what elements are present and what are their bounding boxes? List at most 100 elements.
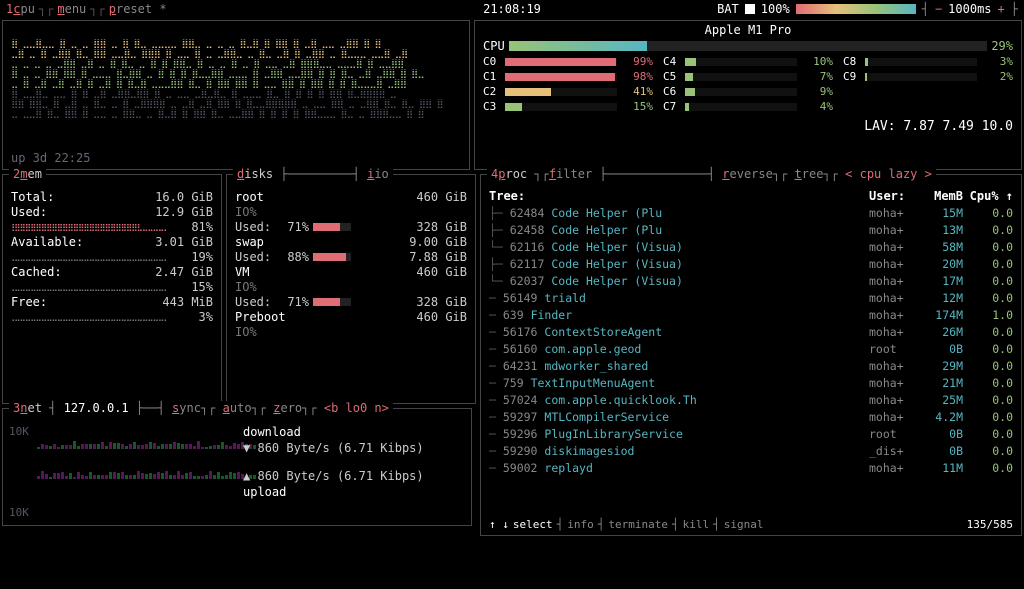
mem-free-label: Free: xyxy=(11,295,47,309)
net-title: et xyxy=(27,401,41,415)
proc-row[interactable]: ─ 56160 com.apple.geodroot0B0.0 xyxy=(489,341,1013,358)
core-C2: C241% xyxy=(483,85,653,98)
proc-row[interactable]: ├─ 62458 Code Helper (Plumoha+13M0.0 xyxy=(489,222,1013,239)
disk-swap: swap9.00 GiBUsed:88%7.88 GiB xyxy=(235,235,467,264)
foot-kill[interactable]: kill xyxy=(683,518,710,531)
download-value: 860 Byte/s (6.71 Kibps) xyxy=(257,441,423,455)
panel-cpu-cores: Apple M1 Pro CPU 29% C099%C410%C83%C198%… xyxy=(474,20,1022,170)
mem-cached-bar: ⣀⣀⣀⣀⣀⣀⣀⣀⣀⣀⣀⣀⣀⣀⣀⣀⣀⣀⣀⣀⣀⣀⣀⣀⣀⣀⣀⣀⣀ xyxy=(11,283,179,291)
foot-signal[interactable]: signal xyxy=(724,518,764,531)
battery-icon xyxy=(745,4,755,14)
cpu-sparkline: ⣿ ⣀⣀⣿⣀⣀ ⣿ ⣀ ⣀ ⣿⣿ ⣀ ⣿ ⣿⣀ ⣀⣀⣀⣀ ⣿⣿⣀ ⣀ ⣀ ⣀ ⣿… xyxy=(11,35,461,123)
top-bar: 1cpu ┐┌ menu ┐┌ preset * 21:08:19 BAT 10… xyxy=(0,0,1024,18)
proc-row[interactable]: └─ 62037 Code Helper (Visua)moha+17M0.0 xyxy=(489,273,1013,290)
proc-row[interactable]: ─ 56176 ContextStoreAgentmoha+26M0.0 xyxy=(489,324,1013,341)
load-average: LAV: 7.87 7.49 10.0 xyxy=(483,119,1013,134)
proc-header: Tree: User: MemB Cpu% ↑ xyxy=(489,189,1013,203)
proc-row[interactable]: ─ 56149 trialdmoha+12M0.0 xyxy=(489,290,1013,307)
net-scale-top: 10K xyxy=(9,425,29,438)
mem-total-label: Total: xyxy=(11,190,54,204)
cpu-agg-label: CPU xyxy=(483,39,505,53)
proc-row[interactable]: ├─ 62117 Code Helper (Visua)moha+20M0.0 xyxy=(489,256,1013,273)
net-tab-zero[interactable]: zero xyxy=(273,401,302,415)
panel-mem: 2mem Total:16.0 GiB Used:12.9 GiB ⣿⣿⣿⣿⣿⣿… xyxy=(2,174,222,404)
net-addr: 127.0.0.1 xyxy=(64,401,129,415)
disks-title: isks xyxy=(244,167,273,181)
proc-row[interactable]: ─ 59297 MTLCompilerServicemoha+4.2M0.0 xyxy=(489,409,1013,426)
mem-free-value: 443 MiB xyxy=(162,295,213,309)
interval-minus[interactable]: − xyxy=(935,2,942,16)
upload-value: 860 Byte/s (6.71 Kibps) xyxy=(257,469,423,483)
proc-row[interactable]: ─ 57024 com.apple.quicklook.Thmoha+25M0.… xyxy=(489,392,1013,409)
disk-Preboot: Preboot460 GiBIO% xyxy=(235,310,467,339)
core-C9: C92% xyxy=(843,70,1013,83)
bat-pct: 100% xyxy=(761,2,790,16)
mem-title: em xyxy=(27,167,41,181)
core-C3: C315% xyxy=(483,100,653,113)
col-mem[interactable]: MemB xyxy=(919,189,963,203)
color-gradient xyxy=(796,4,916,14)
cpu-agg-bar xyxy=(509,41,988,51)
proc-list[interactable]: ├─ 62484 Code Helper (Plumoha+15M0.0 ├─ … xyxy=(489,205,1013,516)
proc-filter[interactable]: filter xyxy=(549,167,592,181)
proc-row[interactable]: ─ 59290 diskimagesiod_dis+0B0.0 xyxy=(489,443,1013,460)
foot-terminate[interactable]: terminate xyxy=(608,518,668,531)
mem-cached-value: 2.47 GiB xyxy=(155,265,213,279)
mem-avail-pct: 19% xyxy=(183,250,213,264)
proc-row[interactable]: ─ 64231 mdworker_sharedmoha+29M0.0 xyxy=(489,358,1013,375)
proc-footer: ↑ ↓ select ┤info ┤terminate ┤kill ┤signa… xyxy=(489,518,1013,531)
core-C8: C83% xyxy=(843,55,1013,68)
proc-row[interactable]: └─ 62116 Code Helper (Visua)moha+58M0.0 xyxy=(489,239,1013,256)
upload-label: upload xyxy=(243,485,463,499)
proc-row[interactable]: ├─ 62484 Code Helper (Plumoha+15M0.0 xyxy=(489,205,1013,222)
panel-cpu-graph: ⣿ ⣀⣀⣿⣀⣀ ⣿ ⣀ ⣀ ⣿⣿ ⣀ ⣿ ⣿⣀ ⣀⣀⣀⣀ ⣿⣿⣀ ⣀ ⣀ ⣀ ⣿… xyxy=(2,20,470,170)
net-tab-sync[interactable]: sync xyxy=(172,401,201,415)
proc-tree[interactable]: tree xyxy=(795,167,824,181)
interval-plus[interactable]: + xyxy=(998,2,1005,16)
cpu-agg-pct: 29% xyxy=(991,39,1013,53)
panel-proc: 4proc ┐┌filter ├──────────────┤ reverse┐… xyxy=(480,174,1022,536)
panel-disks: disks ├─────────┤ iio root460 GiBIO%Used… xyxy=(226,174,476,404)
core-C4: C410% xyxy=(663,55,833,68)
bat-label: BAT xyxy=(717,2,739,16)
mem-used-value: 12.9 GiB xyxy=(155,205,213,219)
tab-preset[interactable]: preset * xyxy=(109,2,167,16)
mem-cached-label: Cached: xyxy=(11,265,62,279)
disk-root: root460 GiBIO%Used:71%328 GiB xyxy=(235,190,467,234)
proc-row[interactable]: ─ 639 Findermoha+174M1.0 xyxy=(489,307,1013,324)
mem-used-label: Used: xyxy=(11,205,47,219)
tab-menu[interactable]: menu xyxy=(57,2,86,16)
foot-info[interactable]: info xyxy=(567,518,594,531)
proc-position: 135/585 xyxy=(967,518,1013,531)
core-C6: C69% xyxy=(663,85,833,98)
net-iface[interactable]: <b lo0 n> xyxy=(324,401,389,415)
download-label: download xyxy=(243,425,463,439)
clock: 21:08:19 xyxy=(483,2,541,16)
net-scale-bot: 10K xyxy=(9,506,29,519)
col-user[interactable]: User: xyxy=(869,189,919,203)
upload-arrow-icon: ▲ xyxy=(243,469,250,483)
mem-free-bar: ⣀⣀⣀⣀⣀⣀⣀⣀⣀⣀⣀⣀⣀⣀⣀⣀⣀⣀⣀⣀⣀⣀⣀⣀⣀⣀⣀⣀⣀ xyxy=(11,313,179,321)
mem-avail-bar: ⣀⣀⣀⣀⣀⣀⣀⣀⣀⣀⣀⣀⣀⣀⣀⣀⣀⣀⣀⣀⣀⣀⣀⣀⣀⣀⣀⣀⣀ xyxy=(11,253,179,261)
mem-total-value: 16.0 GiB xyxy=(155,190,213,204)
col-cpu[interactable]: Cpu% ↑ xyxy=(963,189,1013,203)
proc-row[interactable]: ─ 59002 replaydmoha+11M0.0 xyxy=(489,460,1013,477)
arrows-icon: ↑ ↓ xyxy=(489,518,509,531)
foot-select[interactable]: select xyxy=(513,518,553,531)
core-C0: C099% xyxy=(483,55,653,68)
proc-sort[interactable]: < cpu lazy > xyxy=(845,167,932,181)
proc-reverse[interactable]: reverse xyxy=(722,167,773,181)
mem-used-pct: 81% xyxy=(183,220,213,234)
mem-used-bar: ⣿⣿⣿⣿⣿⣿⣿⣿⣿⣿⣿⣿⣿⣿⣿⣿⣿⣿⣿⣿⣿⣿⣿⣿⣀⣀⣀⣀⣀ xyxy=(11,223,179,231)
net-tab-auto[interactable]: auto xyxy=(223,401,252,415)
proc-row[interactable]: ─ 759 TextInputMenuAgentmoha+21M0.0 xyxy=(489,375,1013,392)
proc-row[interactable]: ─ 59296 PlugInLibraryServiceroot0B0.0 xyxy=(489,426,1013,443)
core-C7: C74% xyxy=(663,100,833,113)
core-C5: C57% xyxy=(663,70,833,83)
proc-title: roc xyxy=(505,167,527,181)
io-title: io xyxy=(374,167,388,181)
core-C1: C198% xyxy=(483,70,653,83)
panel-net: 3net ┤ 127.0.0.1 ├──┤ sync┐┌ auto┐┌ zero… xyxy=(2,408,472,526)
col-tree[interactable]: Tree: xyxy=(489,189,869,203)
tab-cpu[interactable]: 1cpu xyxy=(6,2,35,16)
